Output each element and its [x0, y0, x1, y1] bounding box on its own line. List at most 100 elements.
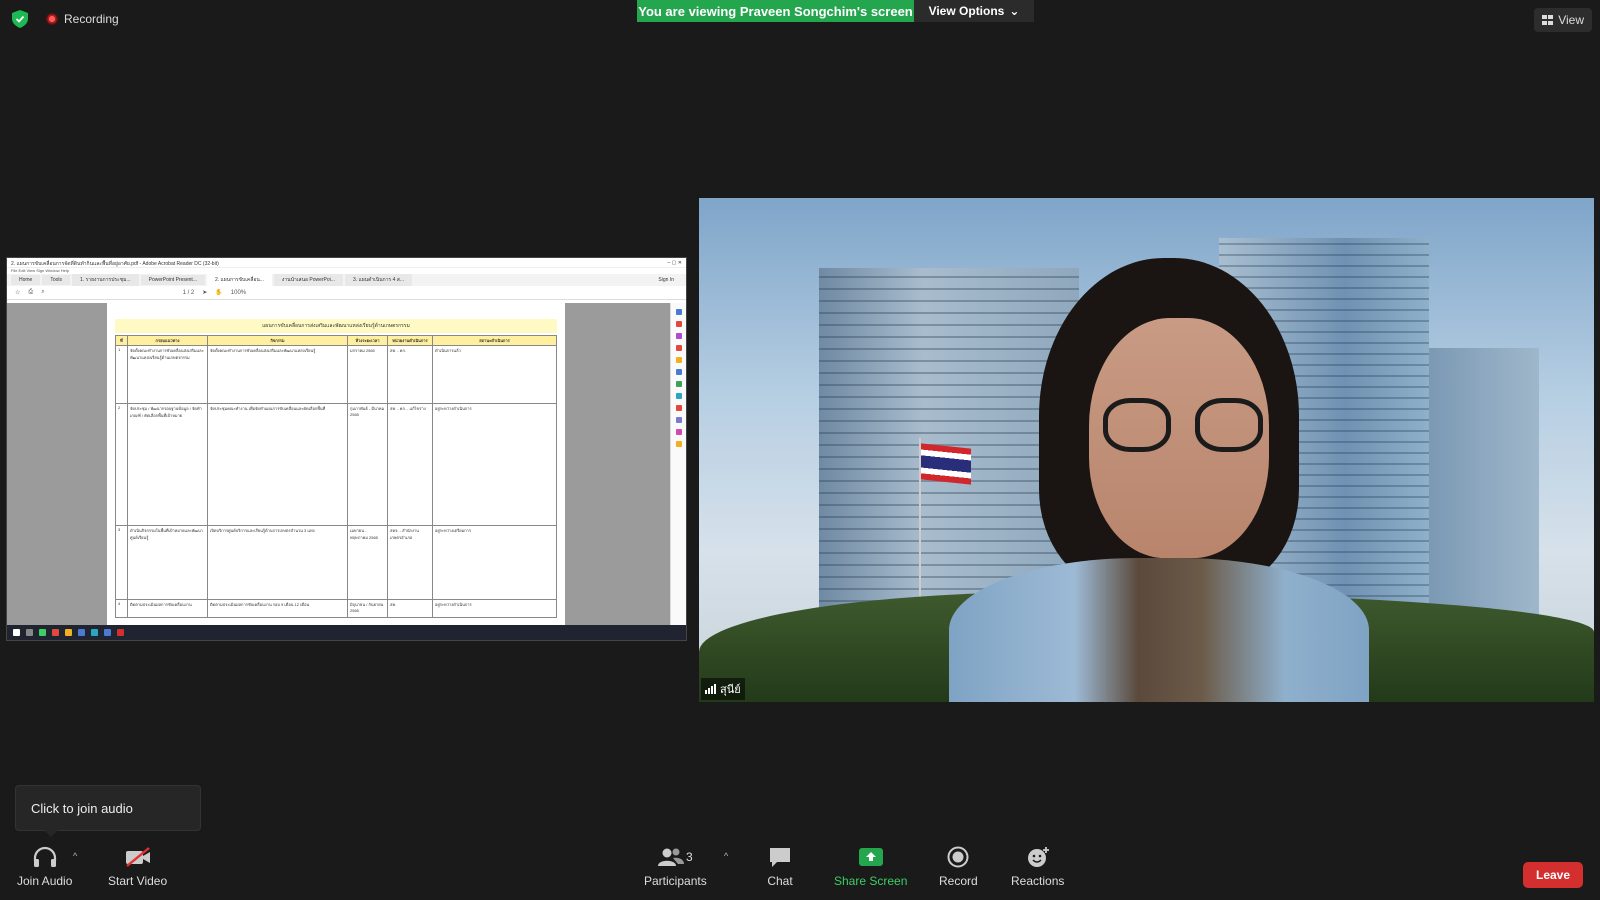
table-header: หน่วยงานดำเนินการ: [387, 335, 433, 346]
start-video-button[interactable]: Start Video: [108, 845, 167, 888]
participants-icon: 3: [658, 845, 693, 869]
chevron-down-icon: ⌄: [1009, 4, 1020, 18]
acrobat-tab: งานนำเสนอ PowerPoi...: [273, 274, 343, 286]
table-cell: ติดตามประเมินผลการขับเคลื่อนงาน: [127, 599, 208, 618]
signal-bars-icon: [705, 684, 716, 694]
taskbar-icon: [39, 629, 46, 636]
record-label: Record: [939, 874, 978, 888]
participant-video-tile[interactable]: สุนีย์: [699, 198, 1594, 702]
audio-options-chevron-icon[interactable]: ^: [73, 851, 77, 861]
join-audio-button[interactable]: Join Audio: [17, 845, 72, 888]
table-cell: ดำเนินการแล้ว: [432, 345, 557, 404]
hand-tool-icon: ✋: [215, 290, 223, 296]
participants-chevron-icon[interactable]: ^: [724, 851, 728, 861]
table-cell: มิถุนายน / กันยายน 2565: [347, 599, 388, 618]
tool-icon: [675, 345, 682, 351]
shared-screen[interactable]: 2. แผนการขับเคลื่อนการจัดที่ดินทำกินและพ…: [6, 257, 687, 641]
table-cell: 1: [115, 345, 128, 404]
table-header: ที่: [115, 335, 128, 346]
table-cell: สค.: [387, 599, 433, 618]
glasses-right: [1195, 398, 1263, 452]
bookmark-icon: ☆: [15, 290, 21, 296]
tool-icon: [675, 321, 682, 327]
headphones-icon: [31, 845, 59, 869]
acrobat-tab: PowerPoint Present...: [140, 275, 205, 285]
start-video-label: Start Video: [108, 874, 168, 888]
acrobat-tab: 3. แผนดำเนินการ 4 ส...: [344, 274, 412, 286]
recording-label: Recording: [64, 12, 119, 26]
chat-bubble-icon: [766, 845, 794, 869]
acrobat-tab: Home: [11, 275, 41, 285]
join-audio-label: Join Audio: [17, 874, 73, 888]
smiley-plus-icon: [1024, 845, 1052, 869]
participant-name: สุนีย์: [720, 684, 741, 696]
page-indicator: 1 / 2: [182, 289, 195, 296]
taskbar-icon: [26, 629, 33, 636]
chat-button[interactable]: Chat: [766, 845, 794, 888]
tool-icon: [675, 369, 682, 375]
tool-icon: [675, 309, 682, 315]
view-options-button[interactable]: View Options ⌄: [914, 0, 1034, 22]
table-cell: สค. - คก.: [387, 345, 433, 404]
table-cell: เปิดบริการศูนย์บริการและเรียนรู้ด้านการเ…: [207, 525, 348, 600]
participants-count: 3: [686, 850, 693, 864]
recording-indicator[interactable]: Recording: [46, 12, 119, 26]
table-cell: จัดประชุม / พัฒนากรอบฐานข้อมูล / จัดทำเก…: [127, 403, 208, 526]
view-label: View: [1558, 13, 1584, 27]
top-left-status: Recording: [12, 10, 119, 28]
table-cell: อยู่ระหว่างดำเนินการ: [432, 599, 557, 618]
table-row: 4 ติดตามประเมินผลการขับเคลื่อนงาน ติดตาม…: [115, 599, 557, 618]
table-cell: ดำเนินกิจกรรมในพื้นที่เป้าหมายและพัฒนาศู…: [127, 525, 208, 600]
table-row: 3 ดำเนินกิจกรรมในพื้นที่เป้าหมายและพัฒนา…: [115, 525, 557, 600]
table-cell: จัดตั้งคณะทำงานการขับเคลื่อนส่งเสริมและพ…: [127, 345, 208, 404]
tool-icon: [675, 381, 682, 387]
taskbar-icon: [65, 629, 72, 636]
table-cell: มกราคม 2565: [347, 345, 388, 404]
table-row: 1 จัดตั้งคณะทำงานการขับเคลื่อนส่งเสริมแล…: [115, 345, 557, 404]
reactions-button[interactable]: Reactions: [1011, 845, 1064, 888]
windows-start-icon: [13, 629, 20, 636]
tool-icon: [675, 417, 682, 423]
table-cell: เมษายน - พฤษภาคม 2565: [347, 525, 388, 600]
acrobat-toolbar: ☆ ⎙ ⌕ 1 / 2 ➤ ✋ 100%: [7, 286, 686, 300]
shield-icon[interactable]: [12, 10, 28, 28]
grid-view-icon: [1542, 15, 1554, 25]
table-cell: อยู่ระหว่างดำเนินการ: [432, 403, 557, 526]
record-button[interactable]: Record: [939, 845, 978, 888]
pdf-doc-title: แผนการขับเคลื่อนการส่งเสริมและพัฒนาแหล่ง…: [115, 319, 557, 333]
view-button[interactable]: View: [1534, 8, 1592, 32]
participants-label: Participants: [644, 874, 707, 888]
table-header: กรอบแนวทาง: [127, 335, 208, 346]
cursor-tool-icon: ➤: [202, 290, 208, 296]
acrobat-window-title: 2. แผนการขับเคลื่อนการจัดที่ดินทำกินและพ…: [11, 261, 219, 267]
tool-icon: [675, 441, 682, 447]
table-cell: จัดตั้งคณะทำงานการขับเคลื่อนส่งเสริมและพ…: [207, 345, 348, 404]
table-cell: อยู่ระหว่างเตรียมการ: [432, 525, 557, 600]
print-icon: ⎙: [28, 289, 34, 295]
reactions-label: Reactions: [1011, 874, 1065, 888]
participant-coat: [949, 558, 1369, 702]
background-building: [1429, 348, 1539, 628]
glasses-left: [1103, 398, 1171, 452]
share-screen-button[interactable]: Share Screen: [834, 845, 907, 888]
video-off-icon: [124, 845, 152, 869]
tool-icon: [675, 357, 682, 363]
tool-icon: [675, 393, 682, 399]
zoom-search-icon: ⌕: [41, 289, 45, 295]
join-audio-tooltip: Click to join audio: [15, 785, 201, 837]
recording-dot-icon: [46, 13, 58, 25]
participants-button[interactable]: 3 Participants: [644, 845, 707, 888]
tool-icon: [675, 333, 682, 339]
zoom-meeting-window: Recording You are viewing Praveen Songch…: [0, 0, 1600, 900]
table-header-row: ที่ กรอบแนวทาง กิจกรรม ห้วงระยะเวลา หน่ว…: [115, 335, 557, 346]
zoom-level: 100%: [230, 289, 247, 296]
participant-name-tag: สุนีย์: [701, 678, 745, 700]
participant-person: [949, 258, 1369, 702]
record-icon: [944, 845, 972, 869]
viewing-banner: You are viewing Praveen Songchim's scree…: [637, 0, 914, 22]
table-cell: 4: [115, 599, 128, 618]
leave-button[interactable]: Leave: [1523, 862, 1583, 888]
windows-taskbar: [7, 625, 686, 640]
view-options-label: View Options: [928, 4, 1005, 18]
taskbar-icon: [117, 629, 124, 636]
